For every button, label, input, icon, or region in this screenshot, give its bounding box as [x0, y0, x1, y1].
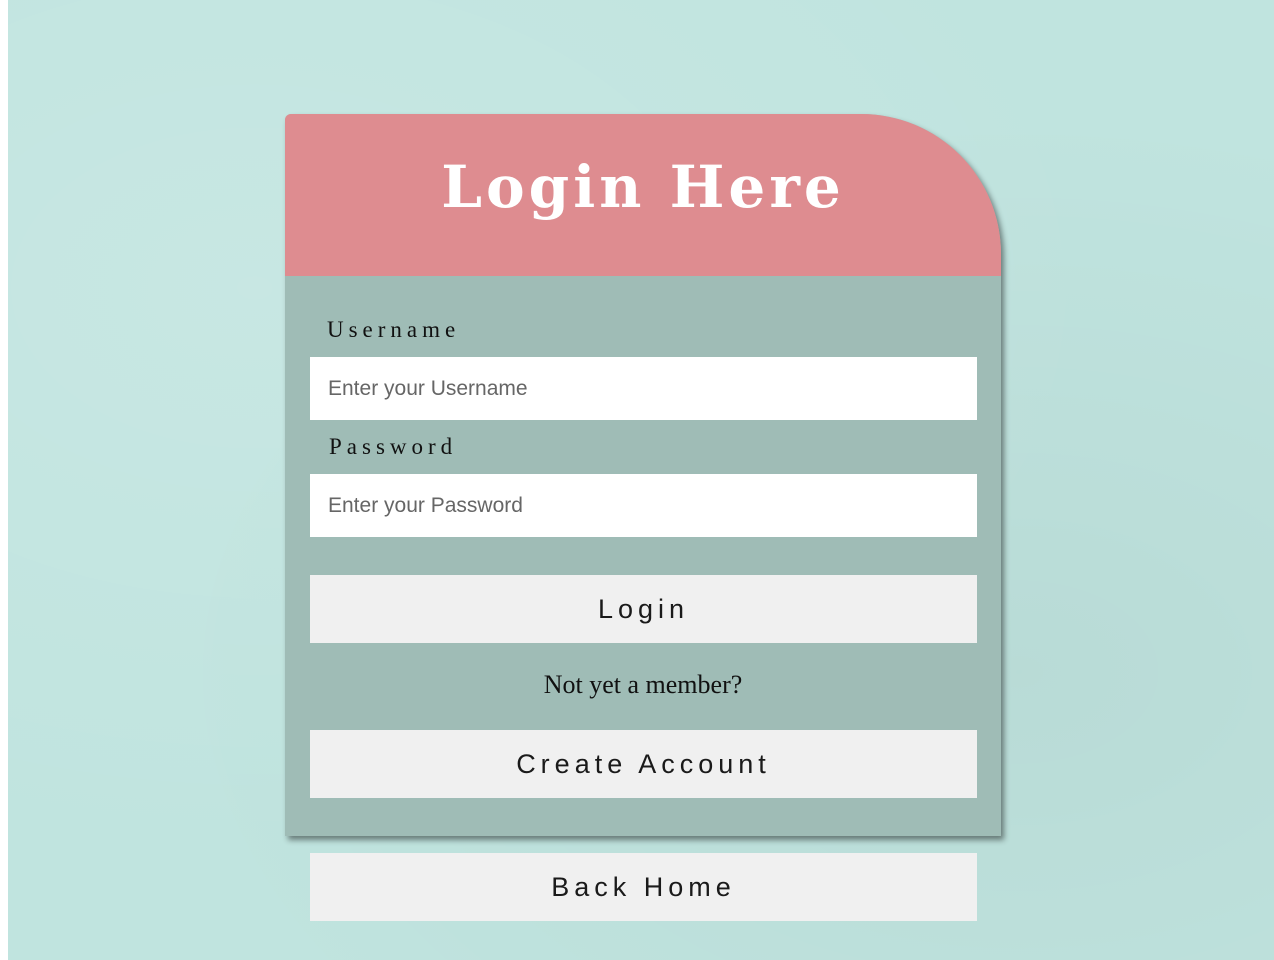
username-label: Username: [327, 317, 461, 342]
login-button[interactable]: Login: [310, 575, 977, 643]
password-label: Password: [329, 434, 458, 459]
username-input[interactable]: [310, 357, 977, 420]
password-input[interactable]: [310, 474, 977, 537]
page-left-edge: [0, 0, 8, 960]
login-card: Login Here Username Password Login Not y…: [285, 114, 1001, 836]
back-home-button[interactable]: Back Home: [310, 853, 977, 921]
create-account-button[interactable]: Create Account: [310, 730, 977, 798]
login-card-header: Login Here: [285, 114, 1001, 276]
member-prompt: Not yet a member?: [543, 670, 743, 699]
login-title: Login Here: [441, 153, 845, 221]
